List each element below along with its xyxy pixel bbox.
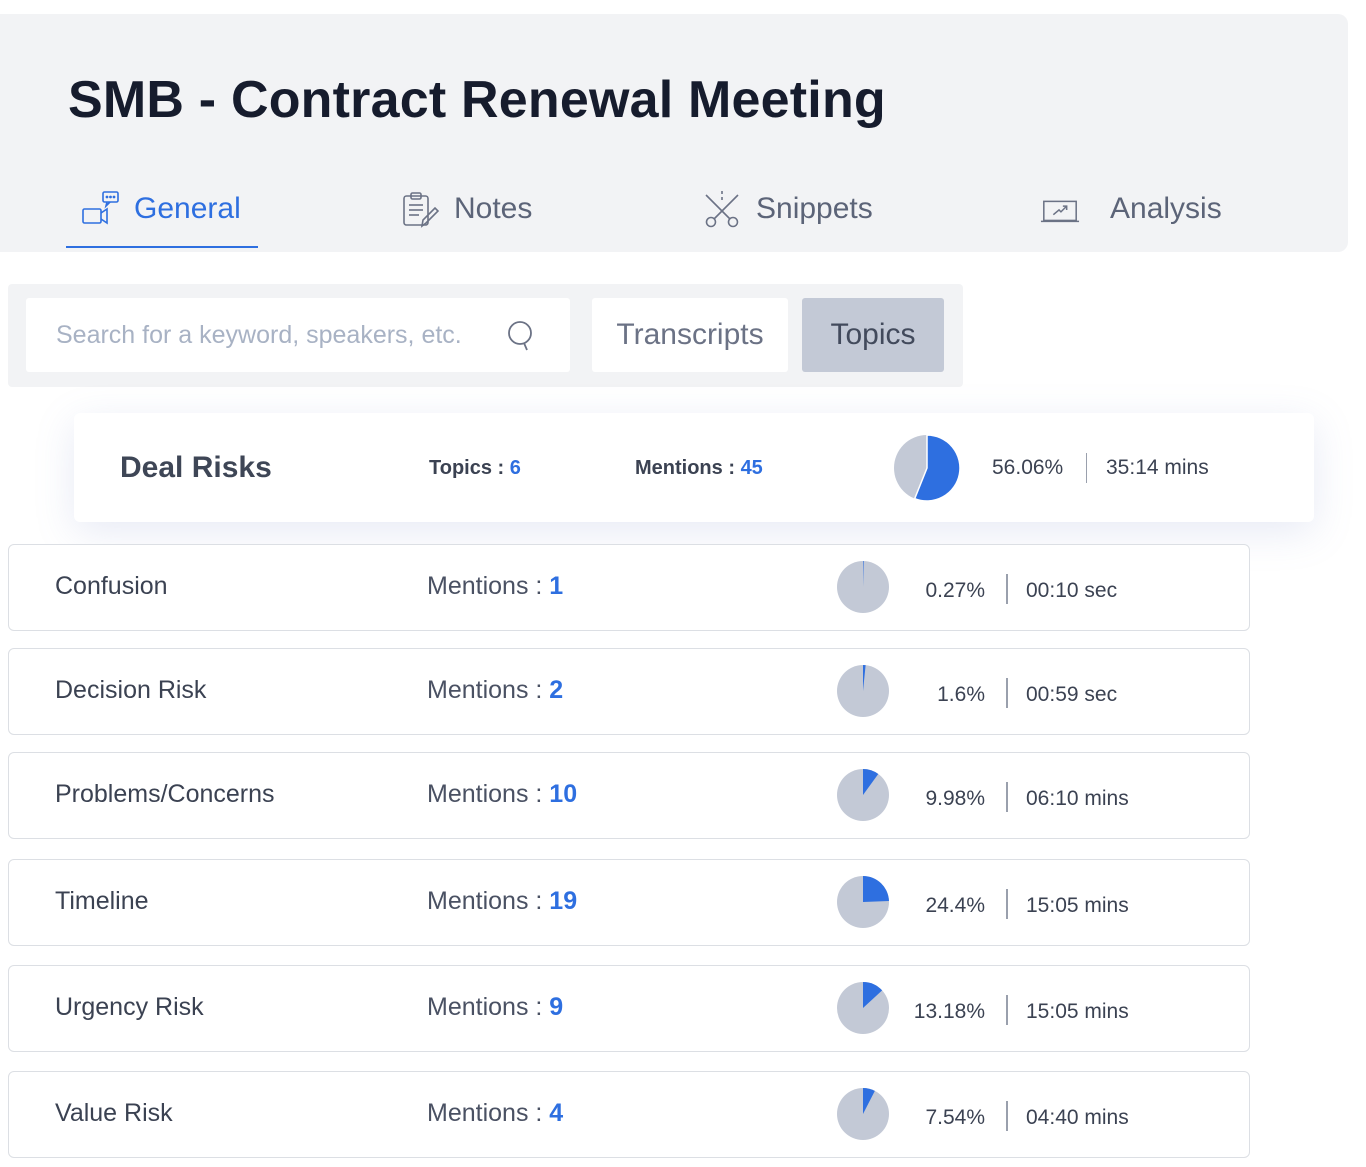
topic-name: Timeline (55, 887, 149, 915)
transcripts-toggle[interactable]: Transcripts (592, 298, 788, 372)
topic-mentions-label: Mentions : (427, 887, 543, 915)
topics-count: Topics : 6 (429, 457, 521, 480)
topic-duration: 15:05 mins (1026, 894, 1129, 917)
tab-notes-label: Notes (454, 192, 533, 225)
divider (1086, 453, 1087, 483)
divider (1006, 574, 1008, 604)
topics-count-label: Topics : (429, 457, 505, 479)
topic-row[interactable]: Urgency Risk Mentions : 9 13.18% 15:05 m… (8, 965, 1250, 1052)
topic-name: Confusion (55, 572, 168, 600)
topic-mentions-label: Mentions : (427, 1099, 543, 1127)
topics-count-value: 6 (509, 457, 521, 479)
topic-duration: 15:05 mins (1026, 1000, 1129, 1023)
topic-mentions-value: 10 (549, 780, 578, 808)
topic-row[interactable]: Value Risk Mentions : 4 7.54% 04:40 mins (8, 1071, 1250, 1158)
search-box (26, 298, 570, 372)
meeting-header: SMB - Contract Renewal Meeting General N… (0, 14, 1348, 252)
topic-row[interactable]: Timeline Mentions : 19 24.4% 15:05 mins (8, 859, 1250, 946)
topic-duration: 04:40 mins (1026, 1106, 1129, 1129)
topic-percent: 13.18% (913, 1000, 985, 1023)
active-tab-indicator (66, 246, 258, 248)
topic-mentions-value: 19 (549, 887, 578, 915)
tab-general[interactable]: General (80, 184, 241, 234)
topic-mentions: Mentions : 4 (427, 1099, 563, 1128)
chart-trend-icon (1040, 189, 1080, 229)
divider (1006, 995, 1008, 1025)
topic-group-name: Deal Risks (120, 451, 272, 484)
search-icon[interactable] (506, 320, 536, 352)
topic-name: Problems/Concerns (55, 780, 275, 808)
tab-snippets-label: Snippets (756, 192, 873, 225)
share-pie-chart (894, 435, 960, 501)
topic-pie-chart (837, 561, 889, 613)
topic-name: Urgency Risk (55, 993, 204, 1021)
topic-percent: 9.98% (925, 787, 985, 810)
tab-general-label: General (134, 192, 241, 225)
pie-share-slice (863, 876, 889, 902)
clipboard-edit-icon (400, 189, 440, 229)
topic-pie-chart (837, 665, 889, 717)
video-chat-icon (80, 189, 120, 229)
topic-percent: 1.6% (937, 683, 985, 706)
topic-name: Decision Risk (55, 676, 207, 704)
topic-mentions: Mentions : 2 (427, 676, 563, 705)
topic-mentions: Mentions : 19 (427, 887, 577, 916)
mentions-count-value: 45 (740, 457, 763, 479)
topic-duration: 00:10 sec (1026, 579, 1118, 602)
topic-row[interactable]: Confusion Mentions : 1 0.27% 00:10 sec (8, 544, 1250, 631)
topic-row[interactable]: Decision Risk Mentions : 2 1.6% 00:59 se… (8, 648, 1250, 735)
topic-percent: 0.27% (925, 579, 985, 602)
tab-bar: General Notes Snippets Analysis (0, 174, 1348, 254)
scissors-icon (702, 189, 742, 229)
divider (1006, 678, 1008, 708)
divider (1006, 889, 1008, 919)
topic-mentions-label: Mentions : (427, 676, 543, 704)
topic-mentions-value: 4 (549, 1099, 564, 1127)
topic-mentions-label: Mentions : (427, 993, 543, 1021)
mentions-count: Mentions : 45 (635, 457, 763, 480)
topic-percent: 24.4% (925, 894, 985, 917)
topic-mentions: Mentions : 1 (427, 572, 563, 601)
divider (1006, 782, 1008, 812)
tab-analysis-label: Analysis (1110, 192, 1222, 225)
topic-pie-chart (837, 876, 889, 928)
topic-duration: 00:59 sec (1026, 683, 1118, 706)
topic-percent: 7.54% (925, 1106, 985, 1129)
divider (1006, 1101, 1008, 1131)
topic-mentions-value: 9 (549, 993, 564, 1021)
page-title: SMB - Contract Renewal Meeting (68, 71, 886, 129)
topics-toggle[interactable]: Topics (802, 298, 944, 372)
topic-mentions-label: Mentions : (427, 780, 543, 808)
topic-row[interactable]: Problems/Concerns Mentions : 10 9.98% 06… (8, 752, 1250, 839)
topic-pie-chart (837, 1088, 889, 1140)
topic-mentions-value: 2 (549, 676, 564, 704)
topic-group-summary[interactable]: Deal Risks Topics : 6 Mentions : 45 56.0… (74, 413, 1314, 522)
tab-snippets[interactable]: Snippets (702, 184, 873, 234)
tab-notes[interactable]: Notes (400, 184, 532, 234)
topic-pie-chart (837, 769, 889, 821)
transcript-toolbar: Transcripts Topics (8, 284, 963, 387)
topic-mentions-label: Mentions : (427, 572, 543, 600)
topic-mentions: Mentions : 9 (427, 993, 563, 1022)
duration: 35:14 mins (1106, 456, 1209, 479)
topic-mentions: Mentions : 10 (427, 780, 577, 809)
topic-name: Value Risk (55, 1099, 173, 1127)
share-percent: 56.06% (992, 456, 1064, 479)
topic-pie-chart (837, 982, 889, 1034)
topic-mentions-value: 1 (549, 572, 564, 600)
mentions-count-label: Mentions : (635, 457, 735, 479)
search-input[interactable] (26, 320, 496, 350)
topic-duration: 06:10 mins (1026, 787, 1129, 810)
tab-analysis[interactable]: Analysis (1040, 184, 1222, 234)
